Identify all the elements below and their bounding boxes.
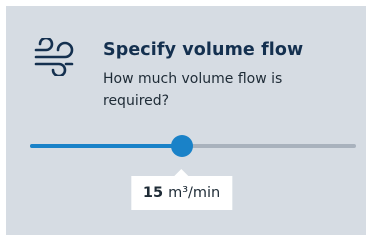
card-subtitle: How much volume flow is required?: [103, 71, 283, 109]
card-title: Specify volume flow: [103, 40, 304, 60]
volume-flow-card: Specify volume flow How much volume flow…: [6, 6, 366, 235]
slider-fill: [30, 144, 182, 148]
value-tooltip: 15 m³/min: [130, 169, 233, 210]
wind-icon: [34, 38, 74, 76]
value-unit: m³/min: [168, 185, 221, 201]
value-number: 15: [142, 185, 164, 201]
slider-thumb[interactable]: [170, 135, 193, 157]
volume-flow-slider[interactable]: [30, 134, 356, 158]
